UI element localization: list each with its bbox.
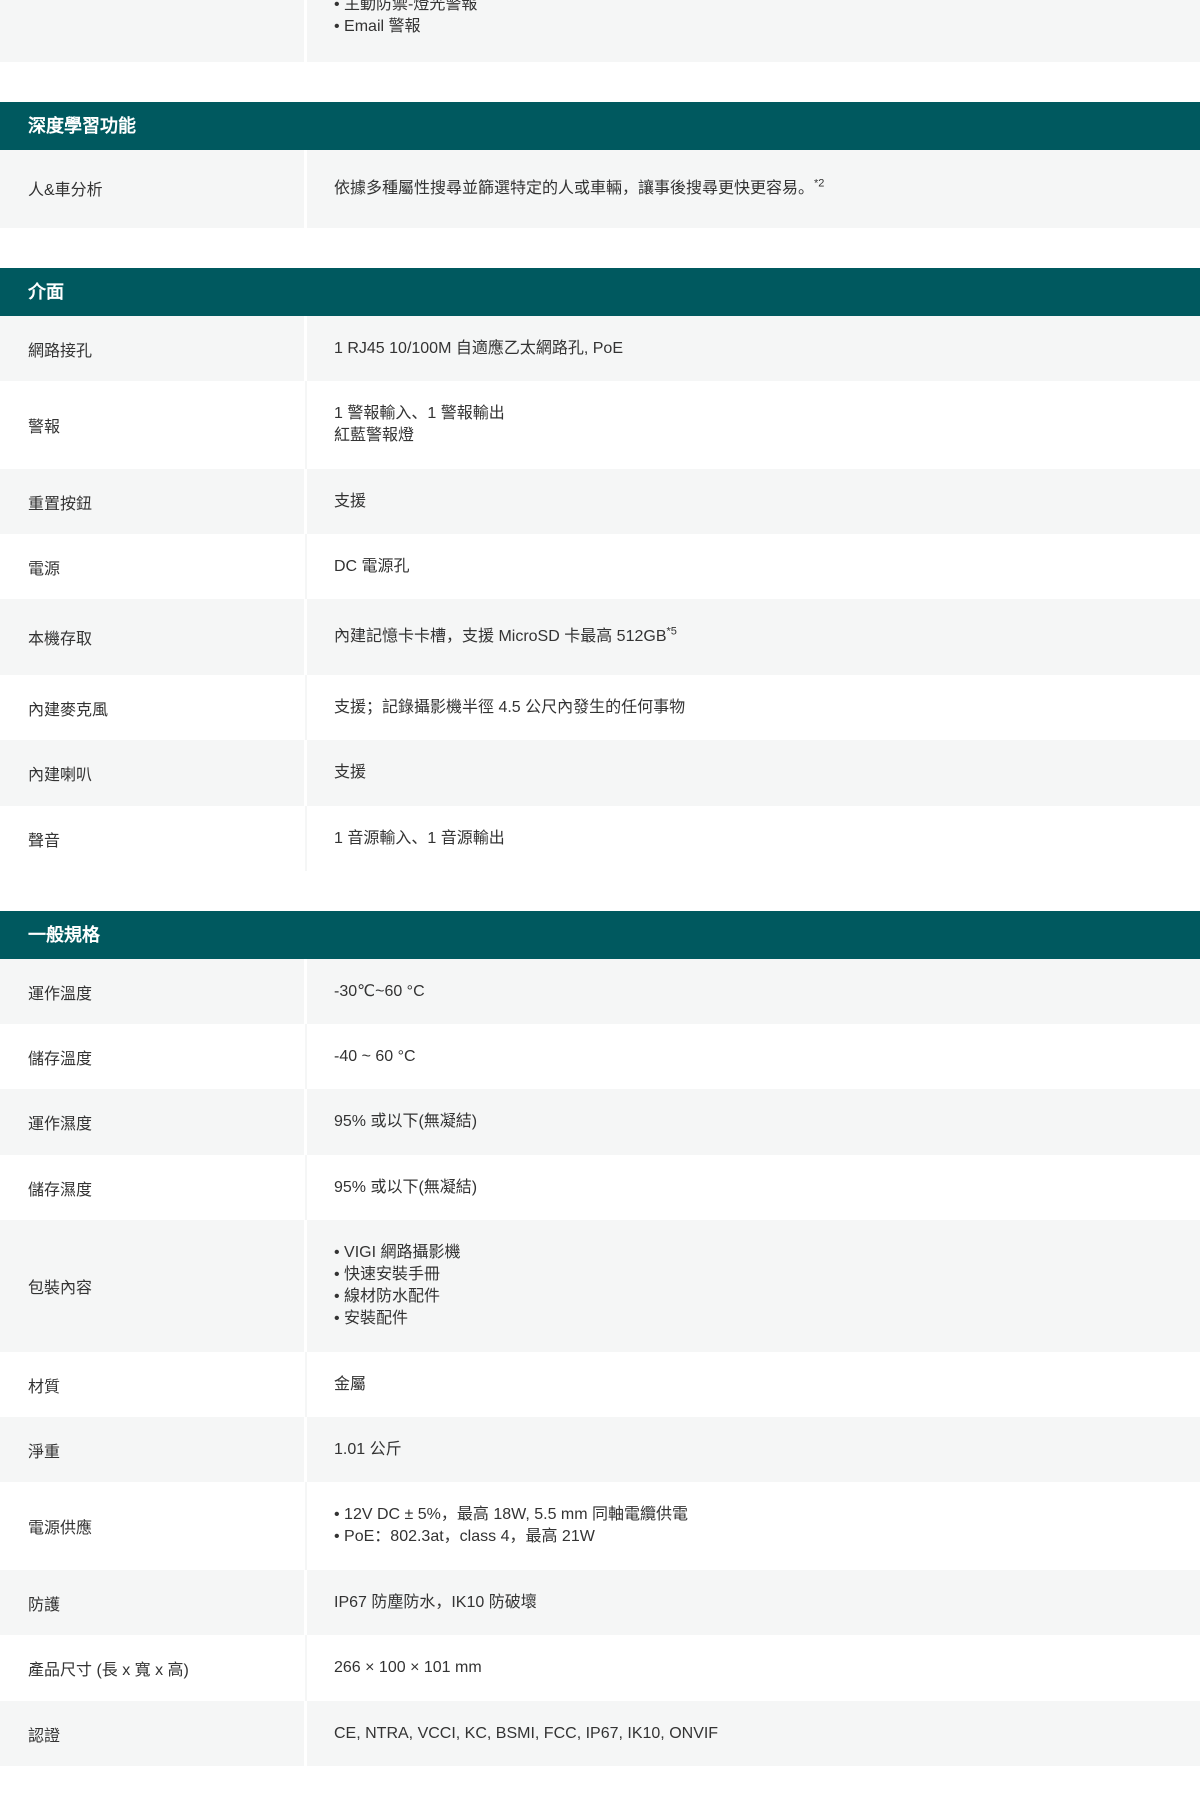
spec-value: 主動防禦-燈光警報 Email 警報 xyxy=(305,0,1200,62)
spec-value: 依據多種屬性搜尋並篩選特定的人或車輛，讓事後搜尋更快更容易。*2 xyxy=(305,150,1200,228)
spec-row: 材質 金屬 xyxy=(0,1352,1200,1417)
spec-row: 產品尺寸 (長 x 寬 x 高) 266 × 100 × 101 mm xyxy=(0,1635,1200,1701)
spec-value: 支援 xyxy=(305,740,1200,806)
spec-value: 支援；記錄攝影機半徑 4.5 公尺內發生的任何事物 xyxy=(305,675,1200,740)
spec-row: 聲音 1 音源輸入、1 音源輸出 xyxy=(0,806,1200,871)
spec-value-text: 內建記憶卡卡槽，支援 MicroSD 卡最高 512GB xyxy=(334,628,667,645)
spec-row-partial: 主動防禦-燈光警報 Email 警報 xyxy=(0,0,1200,62)
spec-bullet: 主動防禦-燈光警報 xyxy=(334,0,1200,16)
spec-value: 1.01 公斤 xyxy=(305,1417,1200,1482)
spec-label: 儲存濕度 xyxy=(0,1155,305,1220)
spec-value: 12V DC ± 5%，最高 18W, 5.5 mm 同軸電纜供電 PoE：80… xyxy=(305,1482,1200,1570)
spec-row: 儲存溫度 -40 ~ 60 °C xyxy=(0,1024,1200,1089)
spec-value: 1 RJ45 10/100M 自適應乙太網路孔, PoE xyxy=(305,316,1200,381)
spec-label: 材質 xyxy=(0,1352,305,1417)
spec-label: 認證 xyxy=(0,1701,305,1766)
spec-label: 電源 xyxy=(0,534,305,599)
spec-label: 儲存溫度 xyxy=(0,1024,305,1089)
spec-label: 警報 xyxy=(0,381,305,469)
spec-value: -40 ~ 60 °C xyxy=(305,1024,1200,1089)
spec-label: 聲音 xyxy=(0,806,305,871)
spec-bullet: 安裝配件 xyxy=(334,1308,1200,1330)
spec-row: 電源 DC 電源孔 xyxy=(0,534,1200,599)
spec-label: 內建喇叭 xyxy=(0,740,305,806)
spec-label: 運作溫度 xyxy=(0,959,305,1024)
spec-row: 運作溫度 -30℃~60 °C xyxy=(0,959,1200,1024)
spec-bullet: Email 警報 xyxy=(334,16,1200,38)
spec-label: 人&車分析 xyxy=(0,150,305,228)
spec-row: 網路接孔 1 RJ45 10/100M 自適應乙太網路孔, PoE xyxy=(0,316,1200,381)
spec-value: 266 × 100 × 101 mm xyxy=(305,1635,1200,1701)
spec-value: 內建記憶卡卡槽，支援 MicroSD 卡最高 512GB*5 xyxy=(305,599,1200,675)
spec-bullet: 線材防水配件 xyxy=(334,1286,1200,1308)
spec-row: 重置按鈕 支援 xyxy=(0,469,1200,534)
spec-line: 紅藍警報燈 xyxy=(334,427,415,444)
section-gap xyxy=(0,228,1200,268)
footnote-ref: *5 xyxy=(666,625,677,638)
spec-value: CE, NTRA, VCCI, KC, BSMI, FCC, IP67, IK1… xyxy=(305,1701,1200,1766)
spec-value-text: 依據多種屬性搜尋並篩選特定的人或車輛，讓事後搜尋更快更容易。 xyxy=(334,180,815,197)
section-header-deep-learning: 深度學習功能 xyxy=(0,102,1200,150)
spec-row: 包裝內容 VIGI 網路攝影機 快速安裝手冊 線材防水配件 安裝配件 xyxy=(0,1220,1200,1352)
spec-row: 內建喇叭 支援 xyxy=(0,740,1200,806)
spec-label: 電源供應 xyxy=(0,1482,305,1570)
spec-row: 本機存取 內建記憶卡卡槽，支援 MicroSD 卡最高 512GB*5 xyxy=(0,599,1200,675)
section-header-interface: 介面 xyxy=(0,268,1200,316)
spec-line: 1 警報輸入、1 警報輸出 xyxy=(334,405,505,422)
footnote-ref: *2 xyxy=(814,177,825,190)
spec-value: 95% 或以下(無凝結) xyxy=(305,1155,1200,1220)
section-header-general: 一般規格 xyxy=(0,911,1200,959)
spec-page: 主動防禦-燈光警報 Email 警報 深度學習功能 人&車分析 依據多種屬性搜尋… xyxy=(0,0,1200,1766)
spec-value: IP67 防塵防水，IK10 防破壞 xyxy=(305,1570,1200,1635)
spec-label: 本機存取 xyxy=(0,599,305,675)
spec-row: 警報 1 警報輸入、1 警報輸出 紅藍警報燈 xyxy=(0,381,1200,469)
spec-label: 運作濕度 xyxy=(0,1089,305,1155)
spec-bullet: PoE：802.3at，class 4，最高 21W xyxy=(334,1526,1200,1548)
spec-label: 包裝內容 xyxy=(0,1220,305,1352)
spec-value: DC 電源孔 xyxy=(305,534,1200,599)
spec-row: 防護 IP67 防塵防水，IK10 防破壞 xyxy=(0,1570,1200,1635)
section-gap xyxy=(0,871,1200,911)
section-gap xyxy=(0,62,1200,102)
spec-label: 重置按鈕 xyxy=(0,469,305,534)
spec-value: 支援 xyxy=(305,469,1200,534)
spec-row: 電源供應 12V DC ± 5%，最高 18W, 5.5 mm 同軸電纜供電 P… xyxy=(0,1482,1200,1570)
spec-label xyxy=(0,0,305,62)
spec-label: 淨重 xyxy=(0,1417,305,1482)
spec-value: 1 音源輸入、1 音源輸出 xyxy=(305,806,1200,871)
spec-label: 內建麥克風 xyxy=(0,675,305,740)
spec-bullet: VIGI 網路攝影機 xyxy=(334,1242,1200,1264)
spec-value: -30℃~60 °C xyxy=(305,959,1200,1024)
spec-row: 淨重 1.01 公斤 xyxy=(0,1417,1200,1482)
spec-row: 運作濕度 95% 或以下(無凝結) xyxy=(0,1089,1200,1155)
spec-value: 95% 或以下(無凝結) xyxy=(305,1089,1200,1155)
spec-label: 網路接孔 xyxy=(0,316,305,381)
spec-row: 人&車分析 依據多種屬性搜尋並篩選特定的人或車輛，讓事後搜尋更快更容易。*2 xyxy=(0,150,1200,228)
spec-row: 認證 CE, NTRA, VCCI, KC, BSMI, FCC, IP67, … xyxy=(0,1701,1200,1766)
spec-label: 產品尺寸 (長 x 寬 x 高) xyxy=(0,1635,305,1701)
spec-label: 防護 xyxy=(0,1570,305,1635)
spec-value: 1 警報輸入、1 警報輸出 紅藍警報燈 xyxy=(305,381,1200,469)
spec-bullet: 12V DC ± 5%，最高 18W, 5.5 mm 同軸電纜供電 xyxy=(334,1504,1200,1526)
spec-row: 內建麥克風 支援；記錄攝影機半徑 4.5 公尺內發生的任何事物 xyxy=(0,675,1200,740)
spec-bullet: 快速安裝手冊 xyxy=(334,1264,1200,1286)
spec-value: 金屬 xyxy=(305,1352,1200,1417)
spec-row: 儲存濕度 95% 或以下(無凝結) xyxy=(0,1155,1200,1220)
spec-value: VIGI 網路攝影機 快速安裝手冊 線材防水配件 安裝配件 xyxy=(305,1220,1200,1352)
